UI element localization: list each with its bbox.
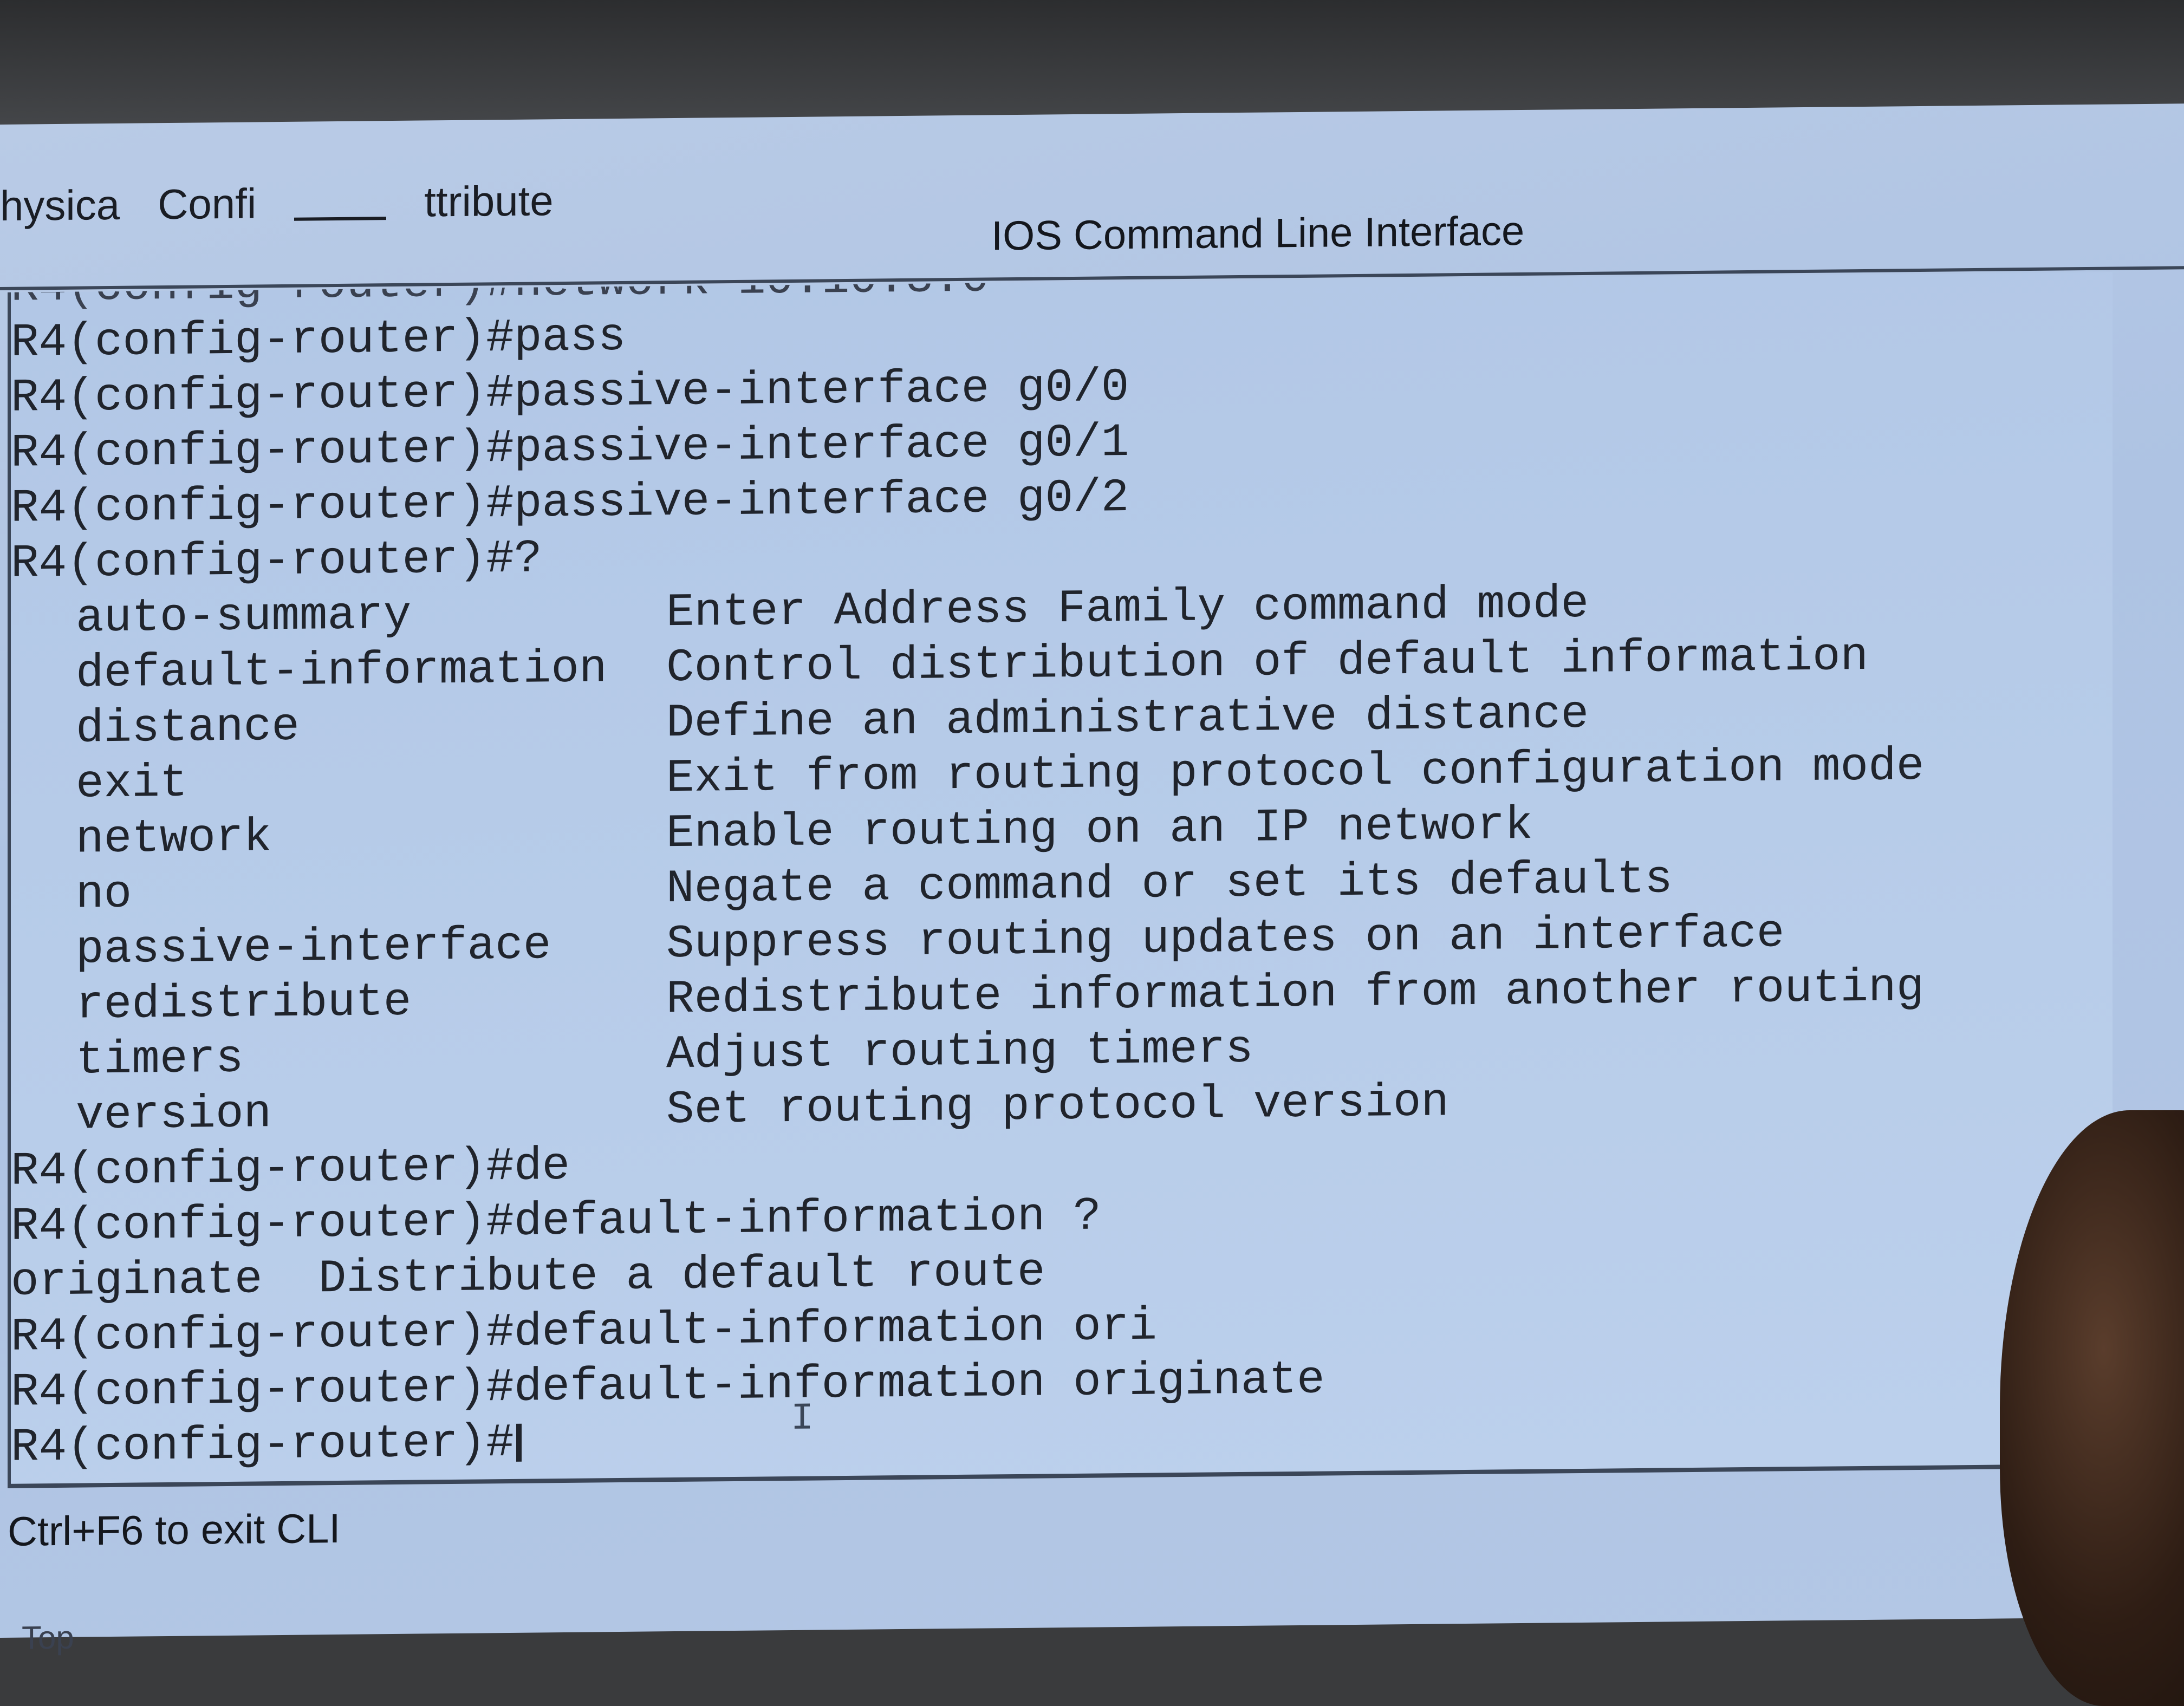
terminal-output: R4(config-router)#network 10.10.3.0 R4(c… [11, 272, 2112, 591]
exit-cli-hint: Ctrl+F6 to exit CLI [8, 1505, 341, 1555]
help-command: version [76, 1087, 272, 1142]
help-command: redistribute [76, 975, 412, 1032]
tab-physical[interactable]: hysica [0, 180, 120, 230]
terminal-output-continued: R4(config-router)#de R4(config-router)#d… [11, 1124, 2112, 1475]
help-listing: auto-summary Enter Address Family comman… [11, 571, 2112, 1144]
terminal-prompt: R4(config-router)# [11, 1416, 514, 1474]
tab-config[interactable]: Confi [158, 179, 256, 229]
help-command: no [76, 867, 132, 921]
help-description: Distribute a default route [318, 1245, 1045, 1306]
help-command: timers [76, 1032, 244, 1087]
packet-tracer-device-window: hysica Confi ttribute IOS Command Line I… [0, 103, 2184, 1656]
help-command: exit [76, 756, 188, 811]
cli-terminal[interactable]: R4(config-router)#network 10.10.3.0 R4(c… [8, 272, 2112, 1488]
help-command: originate [11, 1253, 263, 1308]
help-command: passive-interface [76, 919, 551, 976]
mouse-ibeam-icon: I [791, 1397, 814, 1441]
device-tab-bar: hysica Confi ttribute [0, 167, 650, 238]
help-command: default-information [76, 642, 607, 700]
tab-attributes[interactable]: ttribute [424, 176, 553, 226]
help-command: network [76, 811, 272, 866]
help-command: distance [76, 700, 300, 756]
text-cursor [516, 1424, 522, 1462]
help-command: auto-summary [76, 588, 412, 645]
tab-cli[interactable] [294, 184, 387, 221]
cli-panel-title: IOS Command Line Interface [991, 207, 1525, 259]
